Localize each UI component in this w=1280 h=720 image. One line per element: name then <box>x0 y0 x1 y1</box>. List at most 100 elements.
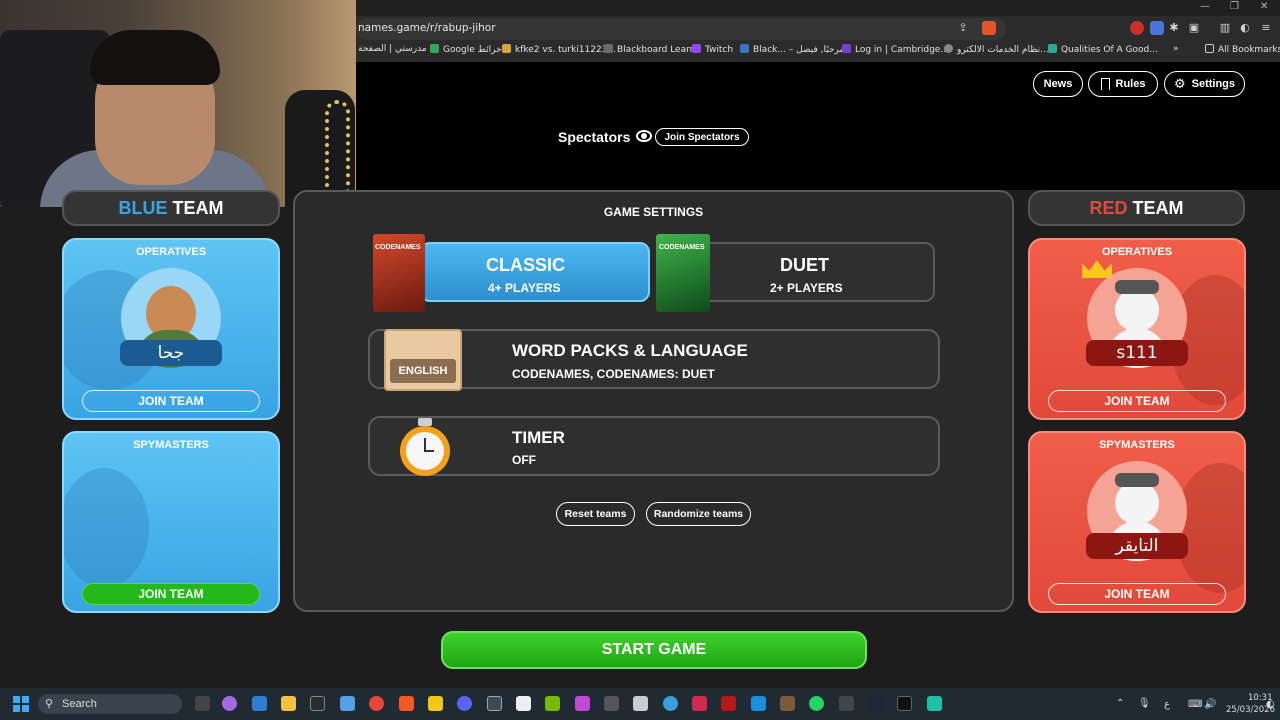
bookmark-item[interactable]: Black... – مرحبًا, فيصل <box>740 44 844 55</box>
discord-icon[interactable] <box>457 696 472 711</box>
webcam-overlay <box>0 0 356 207</box>
reset-teams-button[interactable]: Reset teams <box>556 502 635 526</box>
folder-icon <box>1205 44 1214 53</box>
menu-icon[interactable]: ≡ <box>1258 20 1274 36</box>
bookmark-item[interactable]: Log in | Cambridge... <box>842 44 949 55</box>
capcut-icon[interactable] <box>897 696 912 711</box>
bookmark-item[interactable]: مدرستي | الصفحة <box>358 44 427 54</box>
app-icon[interactable] <box>222 696 237 711</box>
rockstar-icon[interactable] <box>428 696 443 711</box>
bookmark-icon <box>1100 78 1110 90</box>
twitch-icon <box>692 44 701 53</box>
red-operatives-join-button[interactable]: JOIN TEAM <box>1048 390 1226 412</box>
box-art-text: CODENAMES <box>375 244 421 251</box>
bookmark-item[interactable]: نظام الخدمات الالكترو... <box>944 44 1049 55</box>
microphone-icon[interactable]: 🎙 <box>1138 698 1151 709</box>
chess-icon <box>502 44 511 53</box>
notepad-icon[interactable] <box>340 696 355 711</box>
taskview-icon[interactable] <box>195 696 210 711</box>
extension-translate-icon[interactable] <box>1150 21 1164 35</box>
extensions-puzzle-icon[interactable]: ✱ <box>1166 20 1182 36</box>
blackboard-app-icon <box>740 44 749 53</box>
randomize-teams-button[interactable]: Randomize teams <box>646 502 751 526</box>
bookmark-item[interactable]: Qualities Of A Good... <box>1048 44 1158 55</box>
extension-red-icon[interactable] <box>1130 21 1144 35</box>
store-icon[interactable] <box>252 696 267 711</box>
more-bookmarks-icon[interactable]: » <box>1173 44 1179 54</box>
blue-operatives-join-button[interactable]: JOIN TEAM <box>82 390 260 412</box>
blue-spymasters-join-button[interactable]: JOIN TEAM <box>82 583 260 605</box>
nvidia-icon[interactable] <box>545 696 560 711</box>
timer-row[interactable] <box>368 416 940 476</box>
extension-box-icon[interactable]: ▣ <box>1186 20 1202 36</box>
rules-button[interactable]: Rules <box>1088 71 1158 97</box>
tray-chevron-icon[interactable]: ⌃ <box>1116 698 1124 709</box>
ghost-character <box>64 468 149 588</box>
mail-icon[interactable] <box>604 696 619 711</box>
volume-icon[interactable]: 🔊 <box>1204 699 1216 710</box>
acrobat-icon[interactable] <box>721 696 736 711</box>
snowman-head <box>1115 288 1159 332</box>
timer-title: TIMER <box>512 428 565 447</box>
stopwatch-icon <box>398 418 452 478</box>
ghost-character <box>1175 463 1244 593</box>
obsidian-icon[interactable] <box>575 696 590 711</box>
active-app-icon[interactable] <box>487 696 502 711</box>
classic-mode-name: CLASSIC <box>486 255 566 275</box>
blackboard-icon <box>604 44 613 53</box>
steam-icon[interactable] <box>868 696 883 711</box>
chrome-icon[interactable] <box>369 696 384 711</box>
box-art-text: CODENAMES <box>659 244 705 251</box>
photos-icon[interactable] <box>633 696 648 711</box>
minimize-icon[interactable]: — <box>1200 1 1210 12</box>
network-icon[interactable]: ⌨ <box>1188 699 1202 710</box>
snowman-head <box>1115 481 1159 525</box>
red-spymasters-join-button[interactable]: JOIN TEAM <box>1048 583 1226 605</box>
bookmark-item[interactable]: Blackboard Learn <box>604 44 695 55</box>
brave-shield-icon[interactable] <box>982 21 996 35</box>
blue-team-title: BLUE TEAM <box>62 190 280 226</box>
explorer-icon[interactable] <box>281 696 296 711</box>
foxit-icon[interactable] <box>751 696 766 711</box>
input-language[interactable]: ع <box>1164 699 1170 710</box>
brave-icon[interactable] <box>399 696 414 711</box>
wallet-icon[interactable]: ◐ <box>1237 20 1253 36</box>
eye-icon <box>636 130 652 142</box>
edge-icon[interactable] <box>663 696 678 711</box>
game-settings-title: GAME SETTINGS <box>603 205 704 219</box>
epic-games-icon[interactable] <box>310 696 325 711</box>
english-card-icon: ENGLISH <box>384 329 462 391</box>
app-icon[interactable] <box>839 696 854 711</box>
duet-box-art: CODENAMES <box>656 234 710 312</box>
bookmark-item[interactable]: kfke2 vs. turki11223... <box>502 44 616 55</box>
notifications-icon[interactable]: ◐ <box>1266 699 1275 710</box>
snowman-hat <box>1115 280 1159 294</box>
all-bookmarks[interactable]: All Bookmarks <box>1205 44 1280 55</box>
file-icon[interactable] <box>516 696 531 711</box>
search-icon: ⚲ <box>45 697 54 710</box>
news-button[interactable]: News <box>1033 71 1083 97</box>
operatives-label: OPERATIVES <box>1101 246 1173 258</box>
start-game-button[interactable]: START GAME <box>441 631 867 669</box>
join-spectators-button[interactable]: Join Spectators <box>655 128 749 146</box>
settings-label: Settings <box>1191 78 1236 90</box>
bookmark-item[interactable]: Google خرائط <box>430 44 502 55</box>
adobe-icon[interactable] <box>692 696 707 711</box>
webcam-person-hair <box>90 30 220 85</box>
whatsapp-icon[interactable] <box>809 696 824 711</box>
site-icon <box>1048 44 1057 53</box>
search-label: Search <box>62 698 97 710</box>
taskbar-search[interactable]: ⚲ Search <box>38 694 182 714</box>
team-word: TEAM <box>167 197 224 218</box>
windows-start-icon[interactable] <box>13 696 29 712</box>
app-icon[interactable] <box>927 696 942 711</box>
share-icon[interactable]: ⇪ <box>955 20 971 36</box>
sidebar-toggle-icon[interactable]: ▥ <box>1217 20 1233 36</box>
minecraft-icon[interactable] <box>780 696 795 711</box>
url-text[interactable]: names.game/r/rabup-jihor <box>358 22 496 34</box>
restore-icon[interactable]: ❐ <box>1230 1 1239 12</box>
settings-button[interactable]: ⚙ Settings <box>1164 71 1245 97</box>
maps-icon <box>430 44 439 53</box>
bookmark-item[interactable]: Twitch <box>692 44 733 55</box>
close-window-icon[interactable]: ✕ <box>1260 1 1268 12</box>
